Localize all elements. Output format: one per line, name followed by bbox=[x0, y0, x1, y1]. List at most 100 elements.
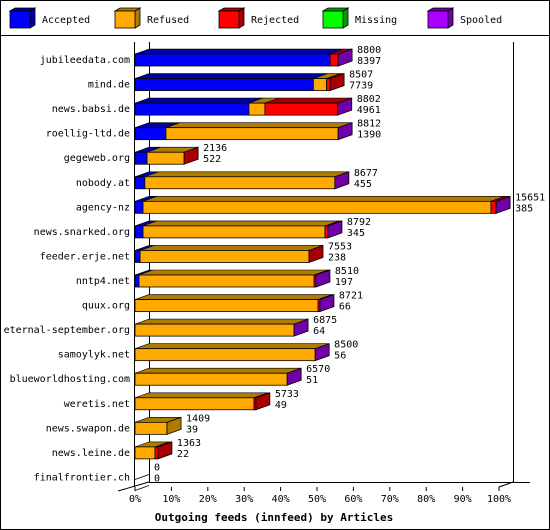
bar-group: 140939 bbox=[134, 413, 210, 435]
bar-segment-top bbox=[138, 269, 329, 276]
bar-total-label: 1363 bbox=[177, 438, 201, 449]
bar-accepted-count-label: 0 bbox=[154, 473, 160, 484]
bar-segment-rejected bbox=[264, 102, 339, 116]
bar-group: 88121390 bbox=[134, 119, 381, 141]
bar-segment-rejected bbox=[490, 200, 497, 214]
legend-item-rejected: Rejected bbox=[217, 7, 299, 29]
bar-segment-refused bbox=[142, 225, 326, 239]
y-category-label: gegeweb.org bbox=[64, 153, 130, 164]
bar-accepted-count-label: 238 bbox=[328, 252, 346, 263]
bar-total-label: 7553 bbox=[328, 241, 352, 252]
bar-accepted-count-label: 51 bbox=[306, 375, 318, 386]
bar-total-label: 0 bbox=[154, 462, 160, 473]
bar-segment-rejected bbox=[329, 53, 339, 67]
legend-swatch-top bbox=[321, 7, 350, 12]
bar-group: 15651385 bbox=[134, 192, 545, 214]
legend-item-spooled: Spooled bbox=[426, 7, 502, 29]
stacked-bar-chart: Accepted Refused Rejected Missing Spooled 88… bbox=[0, 7, 550, 524]
y-category-label: weretis.net bbox=[64, 399, 130, 410]
legend-swatch-top bbox=[217, 7, 246, 12]
bar-group: 8677455 bbox=[134, 168, 378, 190]
bar-total-label: 15651 bbox=[515, 192, 545, 203]
bar-segment-refused bbox=[139, 250, 310, 263]
x-tick-label: 50% bbox=[308, 494, 326, 505]
x-tick-label: 60% bbox=[344, 494, 362, 505]
bar-segment-refused bbox=[312, 78, 327, 91]
bar-total-label: 8721 bbox=[339, 291, 363, 302]
bar-segment-rejected bbox=[154, 446, 159, 460]
bar-total-label: 8792 bbox=[347, 217, 371, 228]
bar-accepted-count-label: 56 bbox=[334, 351, 346, 362]
bar-group: 8510197 bbox=[134, 266, 359, 288]
bar-accepted-count-label: 66 bbox=[339, 302, 351, 313]
bar-group: 85077739 bbox=[134, 70, 373, 92]
bar-segment-top bbox=[142, 220, 340, 227]
x-tick-label: 20% bbox=[199, 494, 217, 505]
bar-segment-accepted bbox=[134, 151, 148, 165]
bar-accepted-count-label: 39 bbox=[186, 424, 198, 435]
bar-total-label: 8507 bbox=[349, 70, 373, 81]
bar-segment-accepted bbox=[134, 53, 331, 67]
bar-segment-accepted bbox=[134, 78, 314, 91]
y-category-label: samoylyk.net bbox=[58, 350, 130, 361]
legend: Accepted Refused Rejected Missing Spooled bbox=[8, 7, 502, 29]
bar-segment-top bbox=[139, 245, 324, 251]
bar-group: 2136522 bbox=[134, 143, 227, 165]
bar-accepted-count-label: 49 bbox=[275, 400, 287, 411]
bar-group: 687564 bbox=[134, 315, 337, 337]
y-category-label: finalfrontier.ch bbox=[34, 472, 130, 483]
bar-total-label: 8500 bbox=[334, 340, 358, 351]
bar-segment-refused bbox=[134, 372, 288, 386]
bar-group: 8792345 bbox=[134, 217, 371, 239]
bar-accepted-count-label: 4961 bbox=[357, 105, 381, 116]
bar-accepted-count-label: 1390 bbox=[357, 130, 381, 141]
bar-segment-rejected bbox=[324, 225, 329, 239]
x-tick-label: 0% bbox=[129, 494, 141, 505]
x-axis-ticks: 0% 10% 20% 30% 40% 50% 60% 70% 80% 90% 100% bbox=[129, 487, 511, 505]
y-category-label: news.babsi.de bbox=[52, 104, 130, 115]
bar-segment-refused bbox=[146, 151, 185, 165]
y-category-label: blueworldhosting.com bbox=[10, 374, 130, 385]
bar-segment-top bbox=[144, 171, 349, 178]
legend-item-accepted: Accepted bbox=[8, 7, 90, 29]
bar-segment-accepted bbox=[134, 127, 167, 141]
bar-accepted-count-label: 22 bbox=[177, 449, 189, 460]
bar-accepted-count-label: 522 bbox=[203, 154, 221, 165]
bar-group: 88008397 bbox=[134, 45, 381, 67]
x-axis-title: Outgoing feeds (innfeed) by Articles bbox=[155, 511, 393, 524]
x-tick-label: 80% bbox=[417, 494, 435, 505]
bar-segment-accepted bbox=[134, 200, 144, 214]
bar-total-label: 1409 bbox=[186, 413, 210, 424]
bar-total-label: 8802 bbox=[357, 94, 381, 105]
bar-segment-refused bbox=[144, 176, 336, 190]
bar-group: 657051 bbox=[134, 364, 330, 386]
bar-segment-refused bbox=[134, 446, 156, 460]
legend-swatch-top bbox=[8, 7, 37, 12]
bar-segment-accepted bbox=[134, 250, 141, 263]
bar-total-label: 8800 bbox=[357, 45, 381, 56]
legend-item-refused: Refused bbox=[113, 7, 189, 29]
bar-accepted-count-label: 455 bbox=[354, 179, 372, 190]
bar-accepted-count-label: 8397 bbox=[357, 56, 381, 67]
bar-segment-refused bbox=[138, 274, 315, 288]
y-category-label: news.snarked.org bbox=[34, 227, 130, 238]
bar-segment-accepted bbox=[134, 102, 250, 116]
bar-segment-top bbox=[134, 294, 333, 300]
bar-total-label: 8812 bbox=[357, 119, 381, 130]
bar-segment-refused bbox=[134, 397, 255, 411]
bar-total-label: 5733 bbox=[275, 389, 299, 400]
y-category-label: nobody.at bbox=[76, 178, 130, 189]
legend-swatch bbox=[9, 10, 31, 29]
legend-label: Rejected bbox=[251, 15, 299, 26]
bar-segment-refused bbox=[165, 127, 339, 141]
bar-accepted-count-label: 385 bbox=[515, 203, 533, 214]
bar-segment-accepted bbox=[134, 225, 144, 239]
bar-segment-top bbox=[142, 196, 506, 202]
bar-segment-top bbox=[134, 48, 345, 55]
bar-segment-accepted bbox=[134, 176, 146, 190]
legend-swatch bbox=[322, 10, 344, 29]
bar-accepted-count-label: 345 bbox=[347, 228, 365, 239]
y-category-label: eternal-september.org bbox=[4, 325, 130, 336]
x-tick-label: 100% bbox=[487, 494, 511, 505]
legend-swatch-top bbox=[113, 7, 142, 12]
